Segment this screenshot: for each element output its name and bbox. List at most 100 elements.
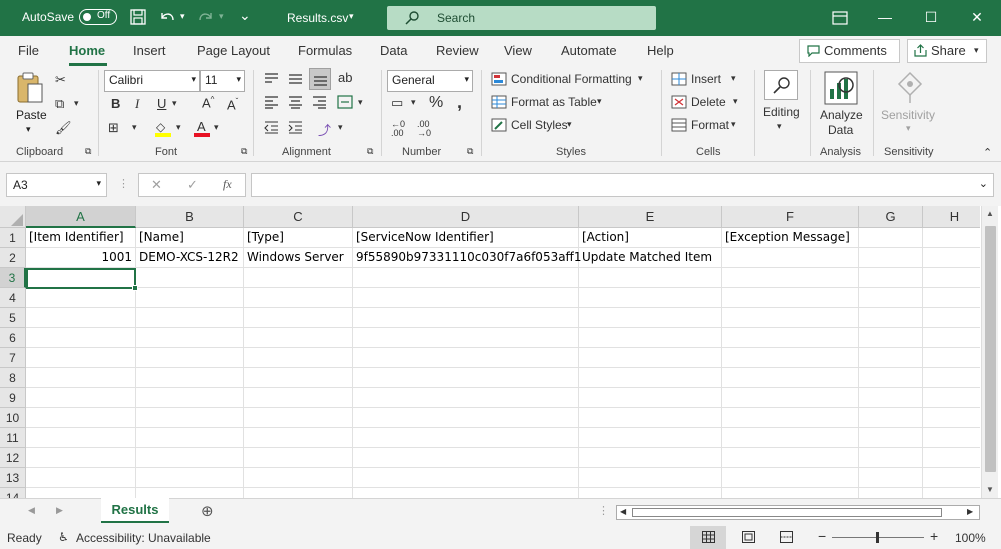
format-as-table-button[interactable]: Format as Table ▾ <box>491 94 611 112</box>
active-cell-border[interactable] <box>26 268 136 289</box>
cell-b11[interactable] <box>136 428 244 448</box>
cell-e2[interactable]: Update Matched Item <box>579 248 722 268</box>
cell-b6[interactable] <box>136 328 244 348</box>
cell-c8[interactable] <box>244 368 353 388</box>
cell-d11[interactable] <box>353 428 579 448</box>
zoom-level[interactable]: 100% <box>955 531 986 545</box>
cell-c14[interactable] <box>244 488 353 498</box>
sheet-tab-results[interactable]: Results <box>101 498 169 523</box>
expand-formula-icon[interactable]: ⌄ <box>979 177 988 190</box>
analyze-data-button[interactable]: Analyze Data <box>816 69 866 137</box>
scroll-down-icon[interactable]: ▼ <box>986 485 994 494</box>
cell-f5[interactable] <box>722 308 859 328</box>
cell-b2[interactable]: DEMO-XCS-12R2 <box>136 248 244 268</box>
font-color-dropdown-icon[interactable]: ▾ <box>214 122 219 133</box>
tab-split-icon[interactable]: ⋮ <box>598 504 609 517</box>
cell-g10[interactable] <box>859 408 923 428</box>
cell-g9[interactable] <box>859 388 923 408</box>
editing-button[interactable]: Editing ▾ <box>760 69 804 135</box>
next-sheet-icon[interactable]: ▶ <box>56 505 63 516</box>
page-break-view-icon[interactable] <box>780 531 793 543</box>
column-header-c[interactable]: C <box>244 206 353 228</box>
column-header-g[interactable]: G <box>859 206 923 228</box>
underline-icon[interactable]: U <box>157 96 166 111</box>
row-header[interactable]: 4 <box>0 288 26 308</box>
column-header-e[interactable]: E <box>579 206 722 228</box>
copy-icon[interactable]: ⧉ <box>55 96 64 112</box>
close-button[interactable]: ✕ <box>954 0 1000 36</box>
tab-help[interactable]: Help <box>647 43 674 58</box>
tab-data[interactable]: Data <box>380 43 407 58</box>
cell-c3[interactable] <box>244 268 353 288</box>
row-header[interactable]: 13 <box>0 468 26 488</box>
cell-h8[interactable] <box>923 368 980 388</box>
cell-b13[interactable] <box>136 468 244 488</box>
cell-f14[interactable] <box>722 488 859 498</box>
new-sheet-icon[interactable]: ⊕ <box>201 502 214 520</box>
cell-f13[interactable] <box>722 468 859 488</box>
cell-a1[interactable]: [Item Identifier] <box>26 228 136 248</box>
column-header-h[interactable]: H <box>923 206 980 228</box>
number-launcher-icon[interactable]: ⧉ <box>467 146 473 157</box>
tab-home[interactable]: Home <box>69 43 105 58</box>
cell-g2[interactable] <box>859 248 923 268</box>
autosave-toggle[interactable]: Off <box>79 9 117 25</box>
accounting-format-icon[interactable]: ▭ <box>391 95 403 111</box>
format-painter-icon[interactable]: 🖌 <box>55 120 72 136</box>
cell-h9[interactable] <box>923 388 980 408</box>
cell-e6[interactable] <box>579 328 722 348</box>
vertical-scroll-thumb[interactable] <box>985 226 996 472</box>
cell-c1[interactable]: [Type] <box>244 228 353 248</box>
align-center-icon[interactable] <box>288 95 303 109</box>
cell-e7[interactable] <box>579 348 722 368</box>
cell-b9[interactable] <box>136 388 244 408</box>
comments-button[interactable]: Comments <box>799 39 900 63</box>
cell-b7[interactable] <box>136 348 244 368</box>
cell-b4[interactable] <box>136 288 244 308</box>
cell-h14[interactable] <box>923 488 980 498</box>
format-cells-button[interactable]: Format ▾ <box>671 117 741 135</box>
decrease-decimal-icon[interactable]: .00 →0 <box>417 120 431 138</box>
align-top-icon[interactable] <box>264 72 279 86</box>
cell-h7[interactable] <box>923 348 980 368</box>
cell-f9[interactable] <box>722 388 859 408</box>
save-icon[interactable] <box>130 9 146 25</box>
cell-d3[interactable] <box>353 268 579 288</box>
cell-f1[interactable]: [Exception Message] <box>722 228 859 248</box>
increase-decimal-icon[interactable]: ←0.00 <box>391 120 405 138</box>
cell-c2[interactable]: Windows Server <box>244 248 353 268</box>
comma-style-icon[interactable]: , <box>457 92 462 113</box>
horizontal-scroll-thumb[interactable] <box>632 508 942 517</box>
fill-handle[interactable] <box>132 285 138 291</box>
cell-h12[interactable] <box>923 448 980 468</box>
cell-e13[interactable] <box>579 468 722 488</box>
cell-d12[interactable] <box>353 448 579 468</box>
fill-color-icon[interactable]: ◇ <box>155 120 171 138</box>
cell-e8[interactable] <box>579 368 722 388</box>
zoom-in-icon[interactable]: + <box>930 528 938 544</box>
tab-automate[interactable]: Automate <box>561 43 617 58</box>
increase-indent-icon[interactable] <box>288 120 303 134</box>
cell-g8[interactable] <box>859 368 923 388</box>
cell-g7[interactable] <box>859 348 923 368</box>
font-name-select[interactable]: Calibri ▾ <box>104 70 200 92</box>
cell-h10[interactable] <box>923 408 980 428</box>
cell-e10[interactable] <box>579 408 722 428</box>
tab-insert[interactable]: Insert <box>133 43 166 58</box>
row-header[interactable]: 2 <box>0 248 26 268</box>
formula-input[interactable]: ⌄ <box>251 173 994 197</box>
cell-a12[interactable] <box>26 448 136 468</box>
cell-h2[interactable] <box>923 248 980 268</box>
font-size-select[interactable]: 11 ▾ <box>200 70 245 92</box>
undo-icon[interactable] <box>158 9 176 25</box>
ribbon-display-icon[interactable] <box>832 11 848 25</box>
cell-e1[interactable]: [Action] <box>579 228 722 248</box>
align-right-icon[interactable] <box>312 95 327 109</box>
customize-toolbar-icon[interactable]: ⌄ <box>239 7 251 24</box>
cell-d6[interactable] <box>353 328 579 348</box>
bold-icon[interactable]: B <box>111 96 120 111</box>
cell-a7[interactable] <box>26 348 136 368</box>
tab-formulas[interactable]: Formulas <box>298 43 352 58</box>
horizontal-scrollbar[interactable]: ◀ ▶ <box>616 505 980 520</box>
title-dropdown-icon[interactable]: ▾ <box>349 11 354 22</box>
